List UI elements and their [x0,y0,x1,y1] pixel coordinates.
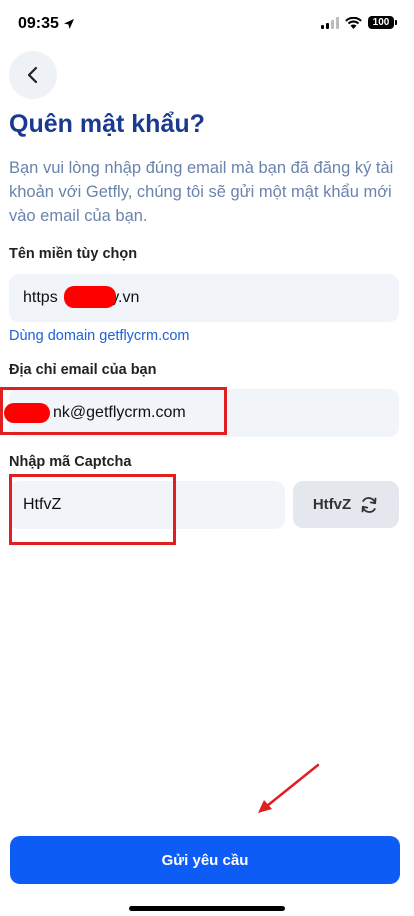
annotation-highlight-box [9,474,176,545]
submit-request-button[interactable]: Gửi yêu cầu [10,836,400,884]
wifi-icon [345,16,362,29]
redaction-mark [64,286,116,308]
domain-value-prefix: https [23,289,58,306]
domain-field-label: Tên miền tùy chọn [9,246,138,262]
submit-button-label: Gửi yêu cầu [161,851,249,869]
page-title: Quên mật khẩu? [9,110,205,138]
status-time: 09:35 [18,15,75,33]
use-default-domain-link[interactable]: Dùng domain getflycrm.com [9,328,190,344]
chevron-left-icon [27,66,38,84]
annotation-highlight-box [0,387,227,435]
captcha-code: HtfvZ [312,496,352,513]
battery-icon: 100 [368,16,397,29]
refresh-icon [361,496,377,513]
annotation-arrow [258,763,320,813]
back-button[interactable] [9,51,57,99]
battery-level: 100 [372,17,390,28]
refresh-captcha-button[interactable]: HtfvZ [293,481,399,528]
cellular-signal-icon [321,16,339,29]
location-arrow-icon [63,19,74,29]
status-time-text: 09:35 [18,15,59,32]
captcha-field-label: Nhập mã Captcha [9,454,132,470]
status-icons: 100 [321,16,397,29]
email-field-label: Địa chỉ email của bạn [9,362,157,378]
status-bar: 09:35 100 [0,0,414,50]
home-indicator[interactable] [129,906,285,911]
page-description: Bạn vui lòng nhập đúng email mà bạn đã đ… [9,159,394,225]
